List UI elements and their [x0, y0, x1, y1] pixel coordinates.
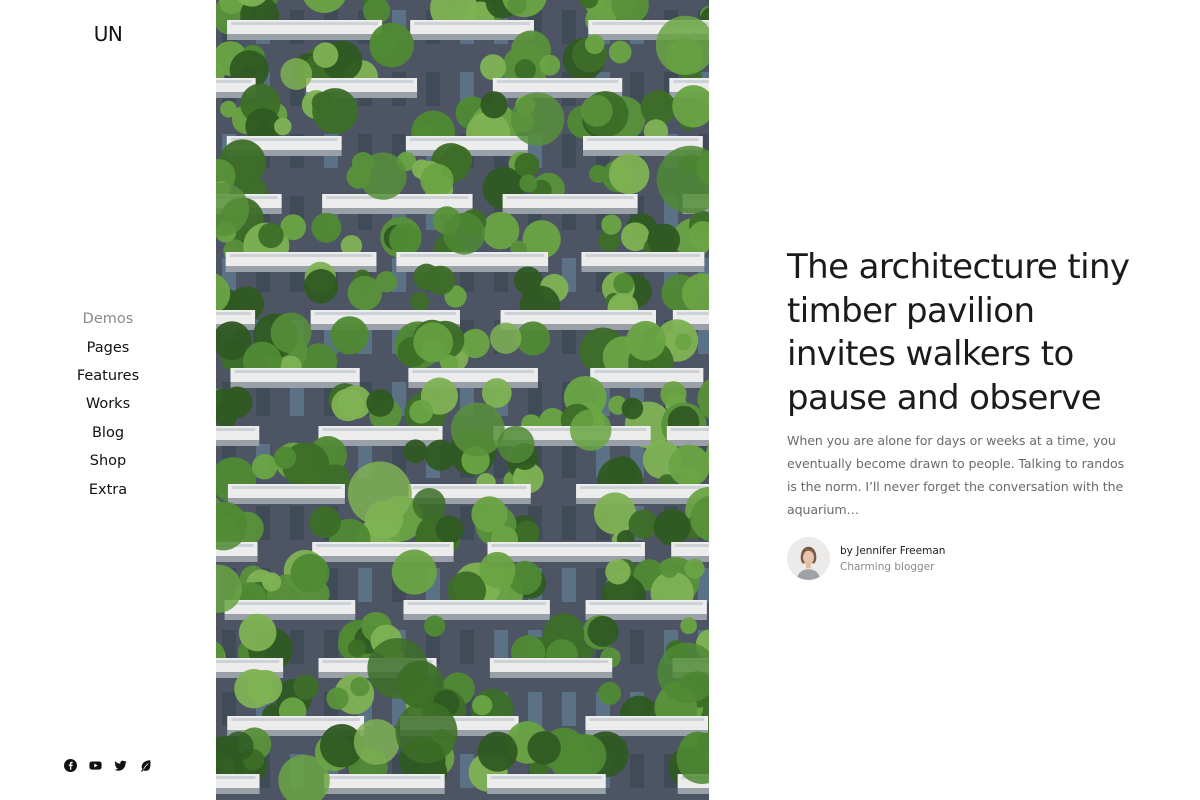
- nav-item-works: Works: [0, 390, 216, 418]
- nav-link-blog[interactable]: Blog: [92, 425, 124, 441]
- nav-item-features: Features: [0, 362, 216, 390]
- nav-link-demos[interactable]: Demos: [83, 311, 134, 327]
- main-nav: Demos Pages Features Works Blog Shop Ext…: [0, 305, 216, 504]
- site-logo[interactable]: UN: [0, 22, 216, 46]
- hero-photo[interactable]: [216, 0, 709, 800]
- vertical-forest-building-image: [216, 0, 709, 800]
- nav-item-demos: Demos: [0, 305, 216, 333]
- featured-post: The architecture tiny timber pavilion in…: [787, 246, 1132, 580]
- nav-link-works[interactable]: Works: [86, 396, 130, 412]
- post-excerpt: When you are alone for days or weeks at …: [787, 433, 1125, 517]
- social-links: [64, 759, 152, 772]
- nav-item-extra: Extra: [0, 475, 216, 503]
- avatar[interactable]: [787, 537, 830, 580]
- nav-item-shop: Shop: [0, 447, 216, 475]
- twitter-icon[interactable]: [114, 759, 127, 772]
- nav-item-blog: Blog: [0, 419, 216, 447]
- nav-link-extra[interactable]: Extra: [89, 482, 127, 498]
- leaf-icon[interactable]: [139, 759, 152, 772]
- facebook-icon[interactable]: [64, 759, 77, 772]
- youtube-icon[interactable]: [89, 759, 102, 772]
- post-title[interactable]: The architecture tiny timber pavilion in…: [787, 246, 1132, 420]
- author-meta: by Jennifer Freeman Charming blogger: [840, 543, 945, 575]
- nav-link-shop[interactable]: Shop: [90, 453, 126, 469]
- nav-link-pages[interactable]: Pages: [87, 340, 130, 356]
- author-role: Charming blogger: [840, 560, 935, 573]
- nav-link-features[interactable]: Features: [77, 368, 139, 384]
- sidebar: UN Demos Pages Features Works Blog Shop …: [0, 0, 216, 800]
- post-author: by Jennifer Freeman Charming blogger: [787, 537, 1132, 580]
- author-name[interactable]: by Jennifer Freeman: [840, 543, 945, 559]
- nav-item-pages: Pages: [0, 333, 216, 361]
